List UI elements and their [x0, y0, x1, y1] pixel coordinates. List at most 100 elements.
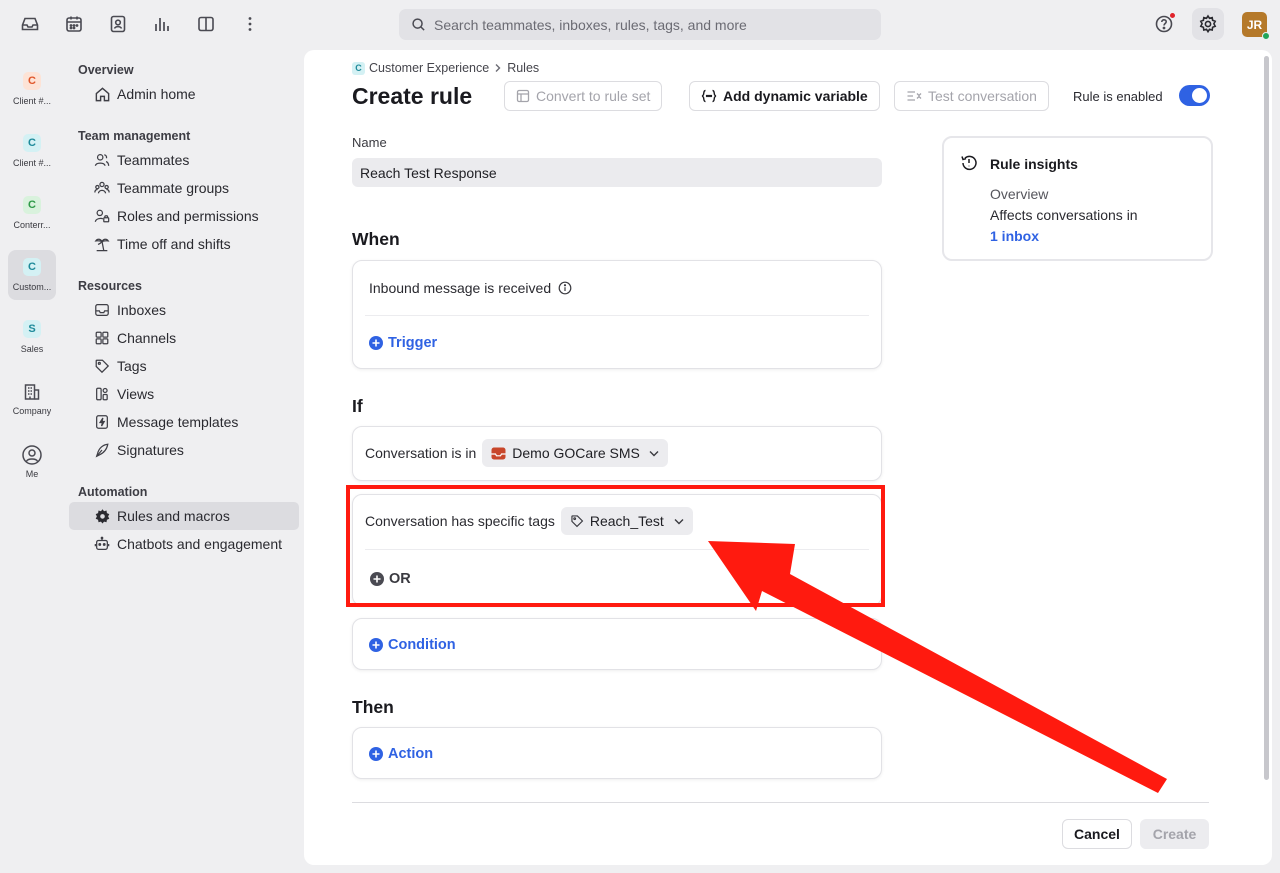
- nav-item-admin-home[interactable]: Admin home: [69, 80, 299, 108]
- inbox-icon: [491, 447, 506, 460]
- name-label: Name: [352, 135, 387, 150]
- scrollbar[interactable]: [1264, 56, 1269, 780]
- cancel-button[interactable]: Cancel: [1062, 819, 1132, 849]
- gear-icon: [93, 507, 111, 525]
- trigger-row[interactable]: Inbound message is received: [369, 280, 572, 296]
- workspace-me[interactable]: Me: [8, 436, 56, 486]
- nav-item-channels[interactable]: Channels: [69, 324, 299, 352]
- rule-editor-panel: C Customer Experience Rules Create rule …: [304, 50, 1272, 865]
- workspace-label: Custom...: [12, 282, 52, 292]
- rule-enabled-toggle[interactable]: [1179, 85, 1210, 106]
- pen-icon: [93, 441, 111, 459]
- page-title: Create rule: [352, 83, 473, 109]
- plus-circle-icon: [369, 638, 383, 652]
- create-button[interactable]: Create: [1140, 819, 1209, 849]
- insights-inbox-link[interactable]: 1 inbox: [990, 228, 1039, 244]
- settings-icon[interactable]: [1192, 8, 1224, 40]
- split-view-icon[interactable]: [192, 10, 220, 38]
- workspace-badge: C: [23, 72, 41, 90]
- workspace-badge: C: [23, 258, 41, 276]
- analytics-icon[interactable]: [148, 10, 176, 38]
- add-action-button[interactable]: Action: [369, 746, 433, 762]
- help-icon[interactable]: [1150, 10, 1178, 38]
- nav-item-teammate-groups[interactable]: Teammate groups: [69, 174, 299, 202]
- top-bar: JR: [0, 0, 1280, 50]
- more-icon[interactable]: [236, 10, 264, 38]
- home-icon: [93, 85, 111, 103]
- user-circle-icon: [21, 444, 43, 466]
- nav-item-label: Time off and shifts: [117, 236, 231, 252]
- nav-item-label: Inboxes: [117, 302, 167, 318]
- nav-section-resources: Resources: [78, 279, 142, 293]
- nav-item-label: Rules and macros: [117, 508, 230, 524]
- info-icon[interactable]: [558, 281, 572, 295]
- workspace-badge: C: [352, 61, 365, 75]
- test-conversation-button[interactable]: Test conversation: [894, 81, 1049, 111]
- nav-item-label: Teammate groups: [117, 180, 230, 196]
- nav-item-rules-macros[interactable]: Rules and macros: [69, 502, 299, 530]
- calendar-icon[interactable]: [60, 10, 88, 38]
- nav-item-time-off[interactable]: Time off and shifts: [69, 230, 299, 258]
- condition-card-inbox: Conversation is in Demo GOCare SMS: [352, 426, 882, 481]
- variable-braces-icon: [701, 89, 717, 103]
- nav-item-chatbots[interactable]: Chatbots and engagement: [69, 530, 299, 558]
- tag-icon: [93, 357, 111, 375]
- breadcrumb-current[interactable]: Rules: [507, 61, 539, 75]
- plus-circle-icon: [369, 336, 383, 350]
- avatar-initials: JR: [1246, 17, 1263, 32]
- workspace-badge: C: [23, 196, 41, 214]
- nav-item-inboxes[interactable]: Inboxes: [69, 296, 299, 324]
- user-avatar[interactable]: JR: [1242, 12, 1270, 40]
- workspace-label: Me: [25, 469, 39, 479]
- insights-title: Rule insights: [990, 156, 1078, 172]
- action-card: Action: [352, 727, 882, 779]
- inbox-select[interactable]: Demo GOCare SMS: [482, 439, 668, 467]
- nav-item-views[interactable]: Views: [69, 380, 299, 408]
- group-icon: [93, 179, 111, 197]
- nav-item-label: Admin home: [117, 86, 196, 102]
- history-icon: [960, 154, 978, 172]
- global-search[interactable]: [399, 9, 881, 40]
- nav-item-signatures[interactable]: Signatures: [69, 436, 299, 464]
- palm-tree-icon: [93, 235, 111, 253]
- convert-rule-set-button[interactable]: Convert to rule set: [504, 81, 663, 111]
- nav-item-roles-permissions[interactable]: Roles and permissions: [69, 202, 299, 230]
- trigger-text: Inbound message is received: [369, 280, 552, 296]
- contacts-icon[interactable]: [104, 10, 132, 38]
- nav-item-teammates[interactable]: Teammates: [69, 146, 299, 174]
- workspace-label: Client #...: [12, 96, 52, 106]
- add-condition-button[interactable]: Condition: [369, 637, 456, 653]
- nav-section-overview: Overview: [78, 63, 134, 77]
- divider: [365, 315, 869, 316]
- rule-enabled-label: Rule is enabled: [1073, 89, 1163, 104]
- users-icon: [93, 151, 111, 169]
- inbox-select-value: Demo GOCare SMS: [512, 445, 640, 461]
- rule-insights-card: Rule insights Overview Affects conversat…: [942, 136, 1213, 261]
- nav-item-label: Chatbots and engagement: [117, 536, 283, 552]
- nav-item-message-templates[interactable]: Message templates: [69, 408, 299, 436]
- inbox-icon[interactable]: [16, 10, 44, 38]
- search-icon: [411, 17, 426, 32]
- workspace-client-1[interactable]: C Client #...: [8, 64, 56, 114]
- rule-name-input[interactable]: [352, 158, 882, 187]
- add-trigger-button[interactable]: Trigger: [369, 335, 437, 351]
- workspace-company[interactable]: Company: [8, 374, 56, 424]
- nav-item-label: Tags: [117, 358, 147, 374]
- add-dynamic-variable-button[interactable]: Add dynamic variable: [689, 81, 880, 111]
- add-condition-card: Condition: [352, 618, 882, 670]
- views-icon: [93, 385, 111, 403]
- insights-text: Affects conversations in: [990, 207, 1138, 223]
- workspace-label: Company: [12, 406, 52, 416]
- insights-subtitle: Overview: [990, 186, 1049, 202]
- nav-item-tags[interactable]: Tags: [69, 352, 299, 380]
- grid-icon: [93, 329, 111, 347]
- breadcrumb-parent[interactable]: Customer Experience: [369, 61, 489, 75]
- search-input[interactable]: [434, 16, 854, 33]
- workspace-sales[interactable]: S Sales: [8, 312, 56, 362]
- when-card: Inbound message is received Trigger: [352, 260, 882, 369]
- workspace-client-2[interactable]: C Client #...: [8, 126, 56, 176]
- then-heading: Then: [352, 697, 394, 717]
- robot-icon: [93, 535, 111, 553]
- workspace-conterra[interactable]: C Conterr...: [8, 188, 56, 238]
- workspace-customer-experience[interactable]: C Custom...: [8, 250, 56, 300]
